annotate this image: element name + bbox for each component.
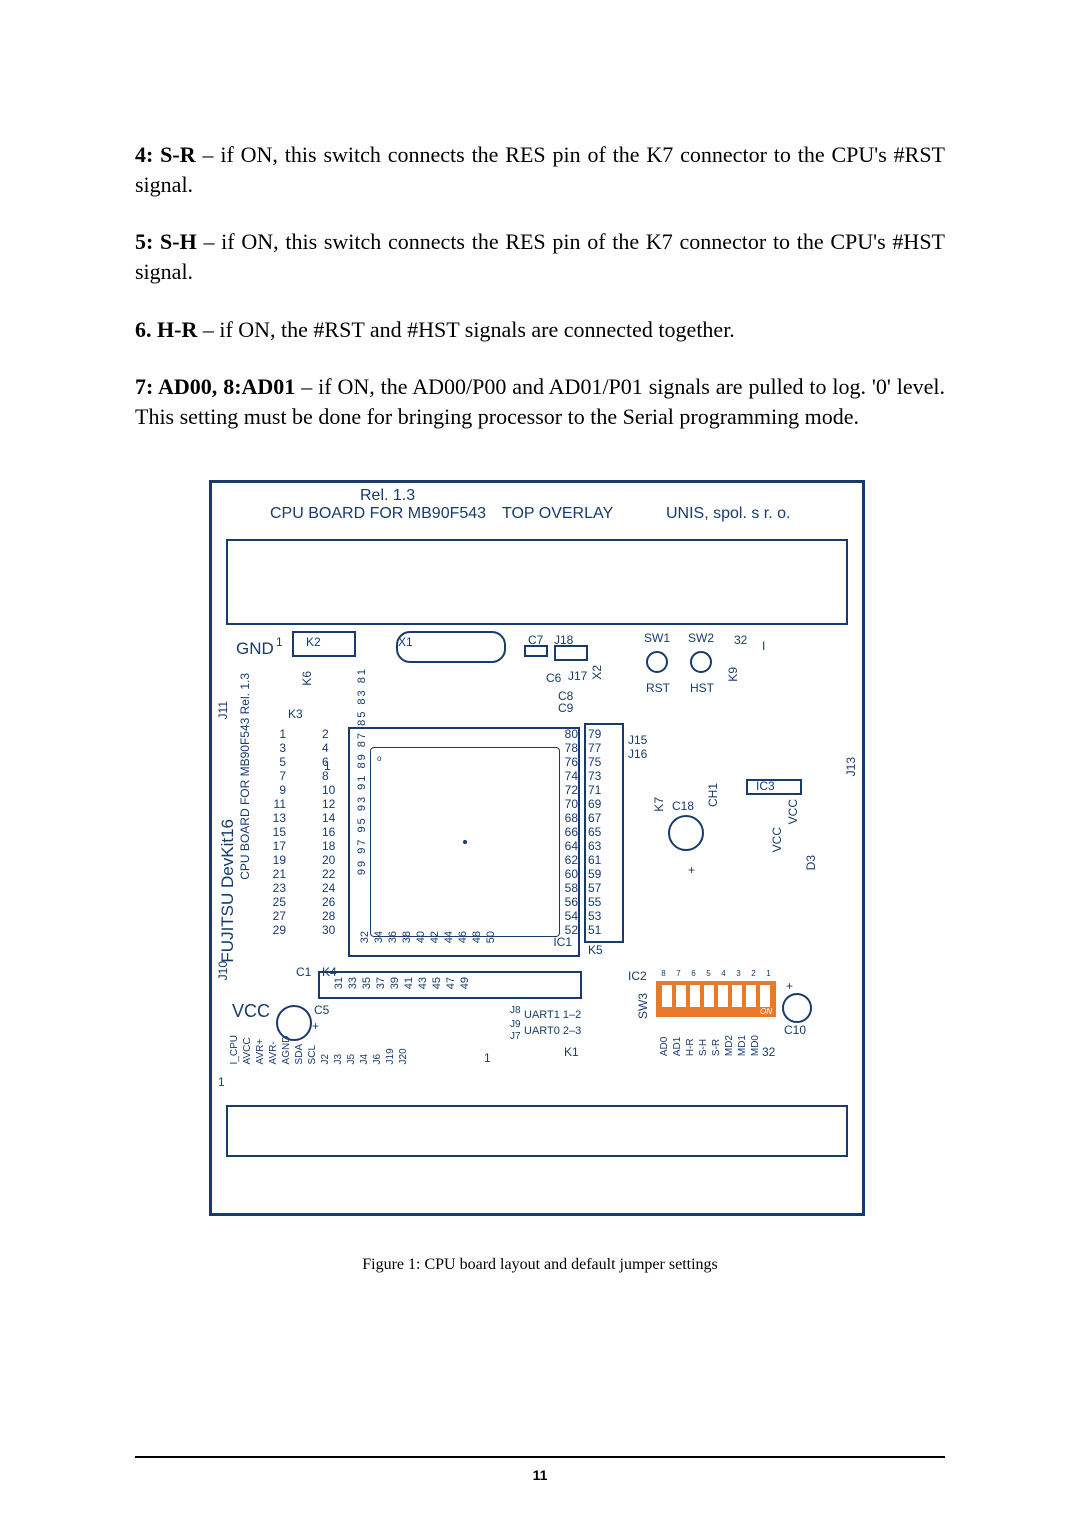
label-sr: 4: S-R bbox=[135, 142, 196, 167]
ic1-inner: o bbox=[370, 747, 560, 937]
j16-label: J16 bbox=[628, 747, 647, 761]
top-slab bbox=[226, 539, 848, 625]
ic1-dot bbox=[463, 840, 467, 844]
bottom-band bbox=[212, 1157, 862, 1213]
k1-label: K1 bbox=[564, 1045, 579, 1059]
hst-label: HST bbox=[690, 681, 714, 695]
text-sh: – if ON, this switch connects the RES pi… bbox=[135, 229, 945, 284]
rst-label: RST bbox=[646, 681, 670, 695]
sw1-circle bbox=[646, 651, 668, 673]
sw1-label: SW1 bbox=[644, 631, 670, 645]
gnd-label: GND bbox=[236, 639, 274, 659]
k3-outer-col: 1357911131517192123252729 bbox=[270, 727, 286, 937]
dip-switch-sw3: 87654321 ON bbox=[656, 981, 776, 1017]
label-hr: 6. H-R bbox=[135, 317, 197, 342]
title-band: Rel. 1.3 CPU BOARD FOR MB90F543 TOP OVER… bbox=[212, 483, 862, 539]
top-tick: I bbox=[762, 639, 765, 653]
c10-circle bbox=[782, 993, 812, 1023]
label-ad: 7: AD00, 8:AD01 bbox=[135, 374, 295, 399]
j10-label: J10 bbox=[216, 961, 230, 980]
c7-box bbox=[524, 645, 548, 657]
paragraph-sh: 5: S-H – if ON, this switch connects the… bbox=[135, 227, 945, 286]
ic1-label: IC1 bbox=[553, 935, 572, 949]
manufacturer-label: UNIS, spol. s r. o. bbox=[666, 505, 790, 523]
d3-label: D3 bbox=[804, 855, 818, 870]
paragraph-hr: 6. H-R – if ON, the #RST and #HST signal… bbox=[135, 315, 945, 345]
c1-label: C1 bbox=[296, 965, 311, 979]
c10-label: C10 bbox=[784, 1023, 806, 1037]
paragraph-sr: 4: S-R – if ON, this switch connects the… bbox=[135, 140, 945, 199]
j11-label: J11 bbox=[216, 701, 230, 719]
bottom-32-label: 32 bbox=[762, 1045, 775, 1059]
bottom-slab bbox=[226, 1105, 848, 1157]
j15-label: J15 bbox=[628, 733, 647, 747]
ic1-chip: o IC1 bbox=[348, 727, 580, 957]
k6-label: K6 bbox=[300, 671, 314, 686]
k3-label: K3 bbox=[288, 707, 303, 721]
k2-box bbox=[292, 631, 356, 657]
c18-plus: + bbox=[688, 863, 695, 877]
x1-label: X1 bbox=[398, 635, 413, 649]
pin1-k1: 1 bbox=[484, 1051, 491, 1065]
dip-plus: + bbox=[786, 979, 793, 993]
text-hr: – if ON, the #RST and #HST signals are c… bbox=[197, 317, 734, 342]
board-body: FUJITSU DevKit16 CPU BOARD FOR MB90F543 … bbox=[228, 631, 846, 1105]
pcb-outline: Rel. 1.3 CPU BOARD FOR MB90F543 TOP OVER… bbox=[209, 480, 865, 1216]
sw3-label: SW3 bbox=[636, 993, 650, 1019]
k5-label: K5 bbox=[588, 943, 603, 957]
sw2-circle bbox=[690, 651, 712, 673]
text-sr: – if ON, this switch connects the RES pi… bbox=[135, 142, 945, 197]
rev-label: Rel. 1.3 bbox=[360, 487, 415, 505]
x2-label: X2 bbox=[590, 665, 604, 680]
ch1-label: CH1 bbox=[706, 783, 720, 807]
ic1-orient: o bbox=[377, 754, 381, 763]
j9-label: J9 bbox=[510, 1019, 521, 1030]
sw2-label: SW2 bbox=[688, 631, 714, 645]
j7-label: J7 bbox=[510, 1031, 521, 1042]
k7-label: K7 bbox=[652, 797, 666, 812]
gnd-pin-1: 1 bbox=[276, 635, 283, 649]
chip-pin1: 1 bbox=[324, 759, 331, 773]
c6-label: C6 bbox=[546, 671, 561, 685]
uart0-label: UART0 2–3 bbox=[524, 1025, 581, 1037]
board-name-label: CPU BOARD FOR MB90F543 bbox=[270, 505, 486, 523]
uart1-label: UART1 1–2 bbox=[524, 1009, 581, 1021]
page-number: 11 bbox=[0, 1467, 1080, 1483]
dip-bottom-labels: AD0 AD1 H-R S-H S-R MD2 MD1 MD0 bbox=[658, 1035, 762, 1056]
vcc-cap-plus: + bbox=[312, 1019, 319, 1033]
c9-label: C9 bbox=[558, 701, 573, 715]
label-sh: 5: S-H bbox=[135, 229, 197, 254]
figure-caption: Figure 1: CPU board layout and default j… bbox=[209, 1256, 871, 1274]
vcc1-label: VCC bbox=[786, 799, 800, 824]
chip-right-inner-col: 807876747270686664626058565452 bbox=[560, 727, 578, 937]
k4-nums: 31333537394143454749 bbox=[332, 977, 472, 989]
ic3-label: IC3 bbox=[756, 779, 775, 793]
paragraph-ad: 7: AD00, 8:AD01 – if ON, the AD00/P00 an… bbox=[135, 372, 945, 431]
ic2-label: IC2 bbox=[628, 969, 647, 983]
top-overlay-label: TOP OVERLAY bbox=[502, 505, 613, 523]
k9-label: K9 bbox=[726, 667, 740, 682]
figure-cpu-board: Rel. 1.3 CPU BOARD FOR MB90F543 TOP OVER… bbox=[209, 480, 871, 1274]
dip-on-label: ON bbox=[760, 1007, 772, 1016]
vcc2-label: VCC bbox=[770, 827, 784, 852]
bottom-left-labels: I_CPU AVCC AVR+ AVR- AGND SDA SCL J2 J3 … bbox=[228, 1035, 410, 1064]
k2-label: K2 bbox=[306, 635, 321, 649]
c18-label: C18 bbox=[672, 799, 694, 813]
side-cpuboard-label: CPU BOARD FOR MB90F543 Rel. 1.3 bbox=[238, 673, 252, 880]
j8-label: J8 bbox=[510, 1005, 521, 1016]
k5-outer-col: 797775737169676563615957555351 bbox=[588, 727, 601, 937]
side-fujitsu-label: FUJITSU DevKit16 bbox=[218, 819, 238, 963]
j18-box bbox=[554, 645, 588, 661]
footer-rule bbox=[135, 1456, 945, 1458]
c5-label: C5 bbox=[314, 1003, 329, 1017]
j13-label: J13 bbox=[844, 757, 858, 776]
pin1-bl: 1 bbox=[218, 1075, 225, 1089]
page-content: 4: S-R – if ON, this switch connects the… bbox=[135, 140, 945, 1274]
vcc-big-label: VCC bbox=[232, 1001, 270, 1022]
chip-bottom-inner: 32343638404244464850 bbox=[358, 931, 498, 943]
dip-nums: 87654321 bbox=[656, 969, 776, 978]
top-32-label: 32 bbox=[734, 633, 747, 647]
j17-label: J17 bbox=[568, 669, 587, 683]
c18-circle bbox=[668, 815, 704, 851]
